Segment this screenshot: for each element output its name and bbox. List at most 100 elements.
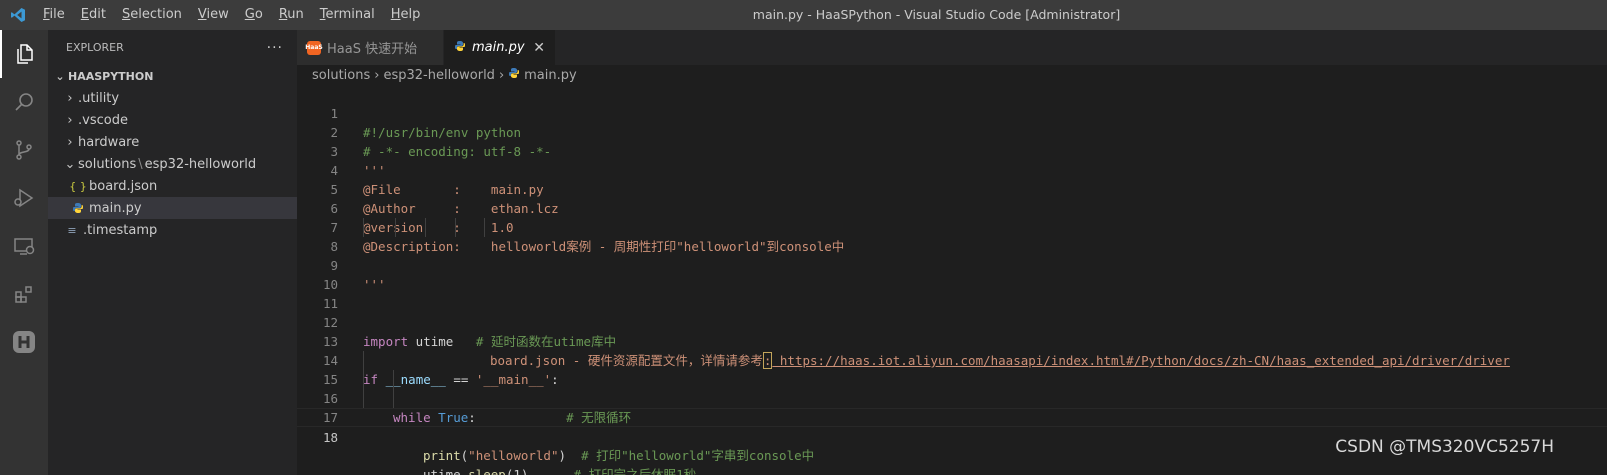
- explorer-sidebar: EXPLORER ··· ⌄ HAASPYTHON › .utility › .…: [48, 30, 297, 475]
- tree-item-label: .utility: [78, 90, 120, 106]
- menu-selection[interactable]: Selection: [114, 0, 190, 30]
- tab-label: HaaS 快速开始: [327, 42, 418, 57]
- module-name: utime: [423, 467, 461, 475]
- tree-item-board-json[interactable]: { } board.json: [48, 175, 297, 197]
- code-comment: # 打印完之后休眠1秒: [528, 467, 697, 475]
- chevron-down-icon: ⌄: [55, 69, 65, 83]
- tree-item-timestamp[interactable]: ≡ .timestamp: [48, 219, 297, 241]
- menu-go[interactable]: Go: [237, 0, 271, 30]
- extensions-icon[interactable]: [0, 270, 48, 318]
- menu-bar: File Edit Selection View Go Run Terminal…: [35, 0, 428, 30]
- search-icon[interactable]: [0, 78, 48, 126]
- code-line: 4 @File : main.py: [297, 142, 1607, 197]
- string-literal: "helloworld": [468, 448, 559, 463]
- haas-h-icon[interactable]: [0, 318, 48, 366]
- tree-item-label: .vscode: [78, 112, 128, 128]
- indent-guide: [455, 218, 456, 237]
- code-line: 10: [297, 256, 1607, 292]
- punctuation: ): [558, 448, 567, 463]
- tree-item-label: main.py: [89, 200, 142, 216]
- tree-item-label: solutions: [78, 156, 137, 172]
- code-line: 14 if __name__ == '__main__':: [297, 332, 1607, 387]
- breadcrumb-item[interactable]: solutions: [312, 68, 370, 83]
- source-control-icon[interactable]: [0, 126, 48, 174]
- indent-guide: [484, 218, 485, 237]
- run-debug-icon[interactable]: [0, 174, 48, 222]
- indent-guide: [363, 218, 364, 237]
- explorer-header: EXPLORER ···: [48, 30, 297, 65]
- tree-item-label: board.json: [89, 178, 158, 194]
- watermark: CSDN @TMS320VC5257H: [1335, 437, 1554, 457]
- indent-guide: [425, 218, 426, 237]
- code-line: 7 @Description: helloworld案例 - 周期性打印"hel…: [297, 199, 1607, 254]
- function-sleep: sleep: [468, 467, 506, 475]
- code-line: 2 # -*- encoding: utf-8 -*-: [297, 104, 1607, 159]
- function-print: print: [423, 448, 461, 463]
- breadcrumb: solutions › esp32-helloworld › main.py: [312, 65, 577, 85]
- menu-view[interactable]: View: [190, 0, 237, 30]
- tree-item-vscode[interactable]: › .vscode: [48, 109, 297, 131]
- code-line: 13: [297, 313, 1607, 349]
- code-comment: # 打印"helloworld"字串到console中: [566, 448, 815, 463]
- python-file-icon: [454, 40, 466, 56]
- python-file-icon: [508, 67, 520, 83]
- tree-item-utility[interactable]: › .utility: [48, 87, 297, 109]
- haas-logo-icon: HaaS: [305, 40, 323, 55]
- indent-guide: [395, 218, 396, 237]
- tree-item-label: hardware: [78, 134, 140, 150]
- indent-guide: [363, 389, 364, 408]
- indent-guide: [363, 370, 364, 389]
- tab-main-py[interactable]: main.py ✕: [444, 30, 555, 65]
- window-title: main.py - HaaSPython - Visual Studio Cod…: [752, 7, 1121, 22]
- editor-tabs: HaaS HaaS 快速开始 main.py ✕: [297, 30, 1607, 65]
- workspace-section-header[interactable]: ⌄ HAASPYTHON: [48, 65, 297, 87]
- tab-label: main.py: [472, 40, 525, 55]
- activity-bar: [0, 30, 48, 475]
- code-line: 6 @version : 1.0: [297, 180, 1607, 235]
- explorer-icon[interactable]: [0, 30, 48, 78]
- workspace-title: HAASPYTHON: [68, 69, 154, 83]
- chevron-right-icon: ›: [67, 134, 73, 150]
- chevron-right-icon: ›: [67, 90, 73, 106]
- indent-guide: [393, 389, 394, 408]
- tree-item-hardware[interactable]: › hardware: [48, 131, 297, 153]
- code-line: 11: [297, 275, 1607, 311]
- indent-guide: [363, 351, 364, 370]
- code-line: 1 #!/usr/bin/env python: [297, 85, 1607, 140]
- code-line: 15 while True: # 无限循环: [297, 351, 1607, 425]
- tree-item-label: esp32-helloworld: [144, 156, 257, 172]
- code-line: 8 board.json - 硬件资源配置文件，详情请参考: https://h…: [297, 218, 1607, 369]
- title-bar: File Edit Selection View Go Run Terminal…: [0, 0, 1607, 30]
- chevron-down-icon: ⌄: [64, 156, 76, 172]
- indent-guide: [393, 370, 394, 389]
- text-file-icon: ≡: [67, 223, 77, 237]
- menu-file[interactable]: File: [35, 0, 73, 30]
- code-editor[interactable]: 1 #!/usr/bin/env python 2 # -*- encoding…: [297, 85, 1607, 475]
- tree-item-label: .timestamp: [83, 222, 158, 238]
- remote-explorer-icon[interactable]: [0, 222, 48, 270]
- chevron-right-icon: ›: [498, 67, 505, 83]
- vscode-logo-icon: [0, 0, 35, 30]
- code-line: 16 print("helloworld") # 打印"helloworld"字…: [297, 370, 1607, 463]
- python-file-icon: [70, 202, 86, 214]
- menu-terminal[interactable]: Terminal: [312, 0, 383, 30]
- line-number: 18: [322, 430, 338, 445]
- menu-help[interactable]: Help: [383, 0, 429, 30]
- code-line: 9 ''': [297, 237, 1607, 292]
- close-icon[interactable]: ✕: [533, 40, 545, 56]
- code-line: 12 import utime # 延时函数在utime库中: [297, 294, 1607, 349]
- tree-item-main-py[interactable]: main.py: [48, 197, 297, 219]
- code-line: 17 utime.sleep(1) # 打印完之后休眠1秒: [297, 389, 1607, 475]
- call-arguments: (1): [505, 467, 529, 475]
- explorer-title: EXPLORER: [66, 41, 124, 54]
- more-actions-icon[interactable]: ···: [267, 40, 283, 56]
- menu-edit[interactable]: Edit: [73, 0, 114, 30]
- tree-item-solutions[interactable]: ⌄ solutions \ esp32-helloworld: [48, 153, 297, 175]
- breadcrumb-item[interactable]: main.py: [524, 68, 577, 83]
- tab-haas-quickstart[interactable]: HaaS HaaS 快速开始: [297, 30, 444, 65]
- chevron-right-icon: ›: [67, 112, 73, 128]
- menu-run[interactable]: Run: [271, 0, 312, 30]
- breadcrumb-item[interactable]: esp32-helloworld: [383, 68, 494, 83]
- code-line: 3 ''': [297, 123, 1607, 178]
- current-line: 18: [297, 408, 1607, 445]
